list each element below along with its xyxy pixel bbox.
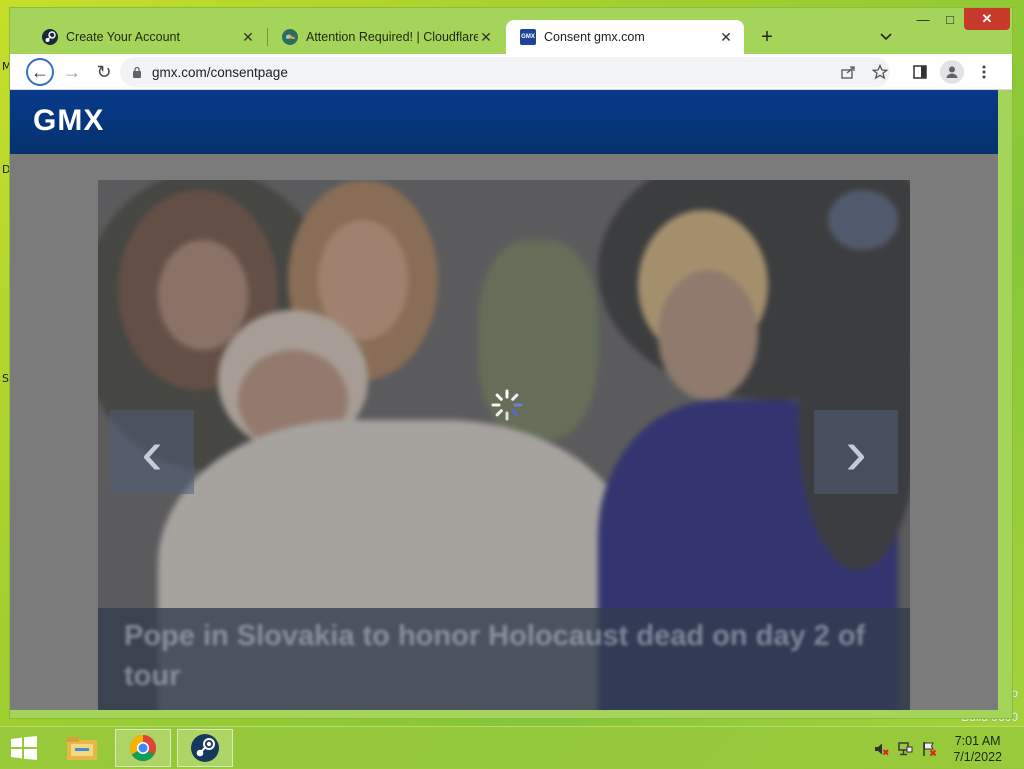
chevron-down-icon <box>880 33 892 41</box>
gmx-logo[interactable]: GMX <box>33 104 104 138</box>
steam-icon <box>42 29 58 45</box>
volume-muted-icon[interactable] <box>873 741 889 757</box>
tab-strip: Create Your Account ✕ Attention Required… <box>10 8 1012 54</box>
clock-time: 7:01 AM <box>954 734 1001 748</box>
carousel-caption-bar: Pope in Slovakia to honor Holocaust dead… <box>98 608 910 710</box>
tab-title: Consent gmx.com <box>544 30 645 44</box>
forward-button[interactable]: → <box>58 58 86 86</box>
url-text: gmx.com/consentpage <box>152 64 288 80</box>
carousel-caption[interactable]: Pope in Slovakia to honor Holocaust dead… <box>124 616 884 696</box>
tab-search-button[interactable] <box>876 27 896 47</box>
tab-title: Attention Required! | Cloudflare <box>306 30 478 44</box>
profile-icon[interactable] <box>940 60 964 84</box>
taskbar: 7:01 AM 7/1/2022 <box>0 726 1024 769</box>
desktop-edge-letter: S <box>2 372 9 385</box>
windows-start-button[interactable] <box>10 736 38 760</box>
close-icon[interactable]: ✕ <box>478 29 494 45</box>
loading-spinner-icon <box>491 389 523 421</box>
tab-create-account[interactable]: Create Your Account ✕ <box>28 20 266 54</box>
chrome-icon[interactable] <box>115 729 171 767</box>
gmx-header: GMX <box>10 90 998 154</box>
menu-icon[interactable] <box>972 60 996 84</box>
network-icon[interactable] <box>897 741 913 757</box>
carousel-prev-button[interactable]: ‹ <box>110 410 194 494</box>
system-clock[interactable]: 7:01 AM 7/1/2022 <box>953 733 1002 765</box>
close-icon[interactable]: ✕ <box>240 29 256 45</box>
share-icon[interactable] <box>836 60 860 84</box>
new-tab-button[interactable]: + <box>755 25 779 49</box>
maximize-button[interactable]: □ <box>938 8 962 30</box>
close-icon[interactable]: ✕ <box>718 29 734 45</box>
steam-icon[interactable] <box>177 729 233 767</box>
file-explorer-icon[interactable] <box>54 729 110 767</box>
minimize-button[interactable]: — <box>908 8 938 30</box>
star-icon[interactable] <box>868 60 892 84</box>
browser-toolbar: ← → ↻ gmx.com/consentpage <box>10 54 1012 90</box>
news-carousel: ‹ › Pope in Slovakia to honor Holocaust … <box>98 180 910 710</box>
tab-cloudflare[interactable]: Attention Required! | Cloudflare ✕ <box>268 20 504 54</box>
carousel-next-button[interactable]: › <box>814 410 898 494</box>
reload-button[interactable]: ↻ <box>90 58 118 86</box>
tab-title: Create Your Account <box>66 30 180 44</box>
browser-window: Create Your Account ✕ Attention Required… <box>9 7 1013 719</box>
side-panel-icon[interactable] <box>908 60 932 84</box>
clock-date: 7/1/2022 <box>953 750 1002 764</box>
action-center-flag-icon[interactable] <box>921 741 937 757</box>
gmx-icon: GMX <box>520 29 536 45</box>
cloudflare-icon <box>282 29 298 45</box>
back-button[interactable]: ← <box>26 58 54 86</box>
close-window-button[interactable]: ✕ <box>964 8 1010 30</box>
web-page: GMX ‹ › Pope in Slovakia to honor Holoca… <box>10 90 998 710</box>
lock-icon <box>133 66 141 78</box>
tab-consent-gmx[interactable]: GMX Consent gmx.com ✕ <box>506 20 744 54</box>
address-bar[interactable]: gmx.com/consentpage <box>120 57 890 87</box>
